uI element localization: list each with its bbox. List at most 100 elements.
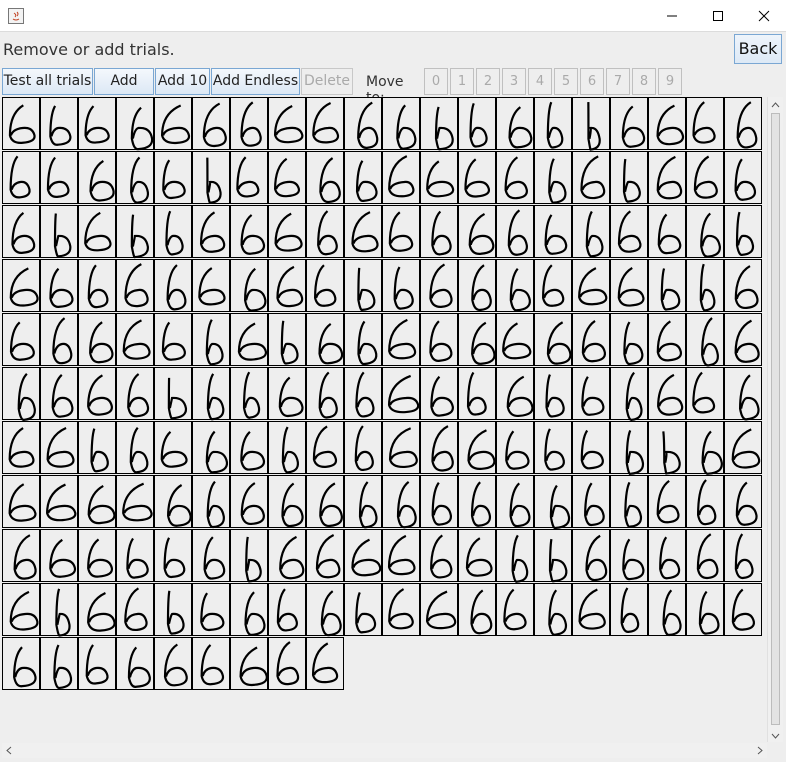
- trial-cell[interactable]: [40, 529, 78, 582]
- trial-cell[interactable]: [116, 583, 154, 636]
- trial-cell[interactable]: [686, 205, 724, 258]
- trial-cell[interactable]: [268, 313, 306, 366]
- trial-cell[interactable]: [534, 529, 572, 583]
- move-to-2-button[interactable]: 2: [476, 68, 500, 95]
- trial-cell[interactable]: [40, 583, 78, 637]
- trial-cell[interactable]: [306, 367, 344, 420]
- trial-cell[interactable]: [610, 583, 648, 636]
- trial-cell[interactable]: [306, 97, 344, 150]
- trial-cell[interactable]: [496, 421, 534, 474]
- trial-cell[interactable]: [458, 205, 496, 258]
- trial-cell[interactable]: [648, 475, 686, 528]
- trial-cell[interactable]: [230, 151, 268, 204]
- trial-cell[interactable]: [192, 637, 230, 690]
- trial-cell[interactable]: [686, 151, 724, 204]
- trial-cell[interactable]: [572, 421, 610, 474]
- trial-cell[interactable]: [496, 475, 534, 528]
- trial-cell[interactable]: [2, 475, 40, 528]
- trial-cell[interactable]: [268, 475, 306, 528]
- trial-cell[interactable]: [534, 313, 572, 366]
- trial-cell[interactable]: [572, 259, 610, 312]
- trial-cell[interactable]: [572, 583, 610, 636]
- minimize-button[interactable]: [648, 0, 694, 31]
- trial-cell[interactable]: [116, 259, 154, 312]
- trial-cell[interactable]: [230, 97, 268, 150]
- trial-cell[interactable]: [382, 421, 420, 474]
- trial-cell[interactable]: [2, 313, 40, 366]
- trial-cell[interactable]: [344, 259, 382, 312]
- trial-cell[interactable]: [268, 421, 306, 474]
- trial-cell[interactable]: [306, 205, 344, 258]
- trial-cell[interactable]: [306, 421, 344, 474]
- trial-cell[interactable]: [268, 367, 306, 420]
- trial-cell[interactable]: [648, 151, 686, 204]
- trial-cell[interactable]: [382, 583, 420, 636]
- trial-cell[interactable]: [2, 151, 40, 204]
- trial-cell[interactable]: [40, 259, 78, 312]
- trial-cell[interactable]: [458, 475, 496, 528]
- trial-cell[interactable]: [610, 475, 648, 528]
- trial-cell[interactable]: [192, 151, 230, 204]
- move-to-1-button[interactable]: 1: [450, 68, 474, 95]
- trial-cell[interactable]: [230, 475, 268, 528]
- trial-cell[interactable]: [610, 151, 648, 204]
- trial-cell[interactable]: [686, 313, 724, 367]
- trial-cell[interactable]: [306, 637, 344, 690]
- scroll-left-arrow-icon[interactable]: [2, 743, 16, 758]
- trial-cell[interactable]: [572, 475, 610, 528]
- trial-cell[interactable]: [572, 97, 610, 151]
- trial-cell[interactable]: [344, 421, 382, 474]
- trial-cell[interactable]: [648, 205, 686, 258]
- trial-cell[interactable]: [496, 529, 534, 583]
- trial-cell[interactable]: [230, 637, 268, 690]
- trial-cell[interactable]: [116, 313, 154, 366]
- scroll-right-arrow-icon[interactable]: [753, 743, 767, 758]
- move-to-9-button[interactable]: 9: [658, 68, 682, 95]
- trial-cell[interactable]: [268, 97, 306, 150]
- trial-cell[interactable]: [40, 367, 78, 420]
- trial-cell[interactable]: [78, 205, 116, 258]
- trial-cell[interactable]: [686, 583, 724, 636]
- trial-cell[interactable]: [268, 205, 306, 258]
- scroll-down-arrow-icon[interactable]: [768, 728, 783, 742]
- trial-cell[interactable]: [344, 583, 382, 636]
- trial-cell[interactable]: [610, 529, 648, 582]
- trial-cell[interactable]: [724, 259, 762, 312]
- trial-cell[interactable]: [534, 367, 572, 420]
- trial-cell[interactable]: [154, 313, 192, 366]
- move-to-4-button[interactable]: 4: [528, 68, 552, 95]
- trial-cell[interactable]: [344, 367, 382, 420]
- trial-cell[interactable]: [648, 313, 686, 366]
- trial-cell[interactable]: [572, 313, 610, 366]
- trial-cell[interactable]: [382, 475, 420, 529]
- trial-cell[interactable]: [230, 583, 268, 636]
- trial-cell[interactable]: [534, 151, 572, 204]
- trial-cell[interactable]: [306, 583, 344, 637]
- trial-cell[interactable]: [268, 583, 306, 636]
- trial-cell[interactable]: [458, 313, 496, 366]
- trial-cell[interactable]: [686, 529, 724, 582]
- trial-cell[interactable]: [724, 529, 762, 582]
- trial-cell[interactable]: [344, 529, 382, 582]
- trial-cell[interactable]: [344, 151, 382, 204]
- trial-cell[interactable]: [648, 421, 686, 475]
- trial-cell[interactable]: [686, 259, 724, 312]
- trial-cell[interactable]: [648, 583, 686, 637]
- trial-cell[interactable]: [420, 205, 458, 258]
- back-button[interactable]: Back: [734, 34, 782, 64]
- trial-cell[interactable]: [496, 259, 534, 312]
- trial-cell[interactable]: [420, 367, 458, 420]
- trial-cell[interactable]: [724, 313, 762, 366]
- trial-cell[interactable]: [230, 529, 268, 583]
- trial-cell[interactable]: [192, 529, 230, 582]
- add-10-button[interactable]: Add 10: [155, 68, 210, 95]
- trial-cell[interactable]: [78, 367, 116, 420]
- trial-cell[interactable]: [496, 151, 534, 204]
- trial-cell[interactable]: [724, 583, 762, 636]
- trial-cell[interactable]: [268, 259, 306, 312]
- trial-cell[interactable]: [382, 529, 420, 582]
- trial-cell[interactable]: [2, 259, 40, 312]
- trial-cell[interactable]: [40, 151, 78, 204]
- trial-cell[interactable]: [420, 529, 458, 582]
- trial-cell[interactable]: [78, 151, 116, 204]
